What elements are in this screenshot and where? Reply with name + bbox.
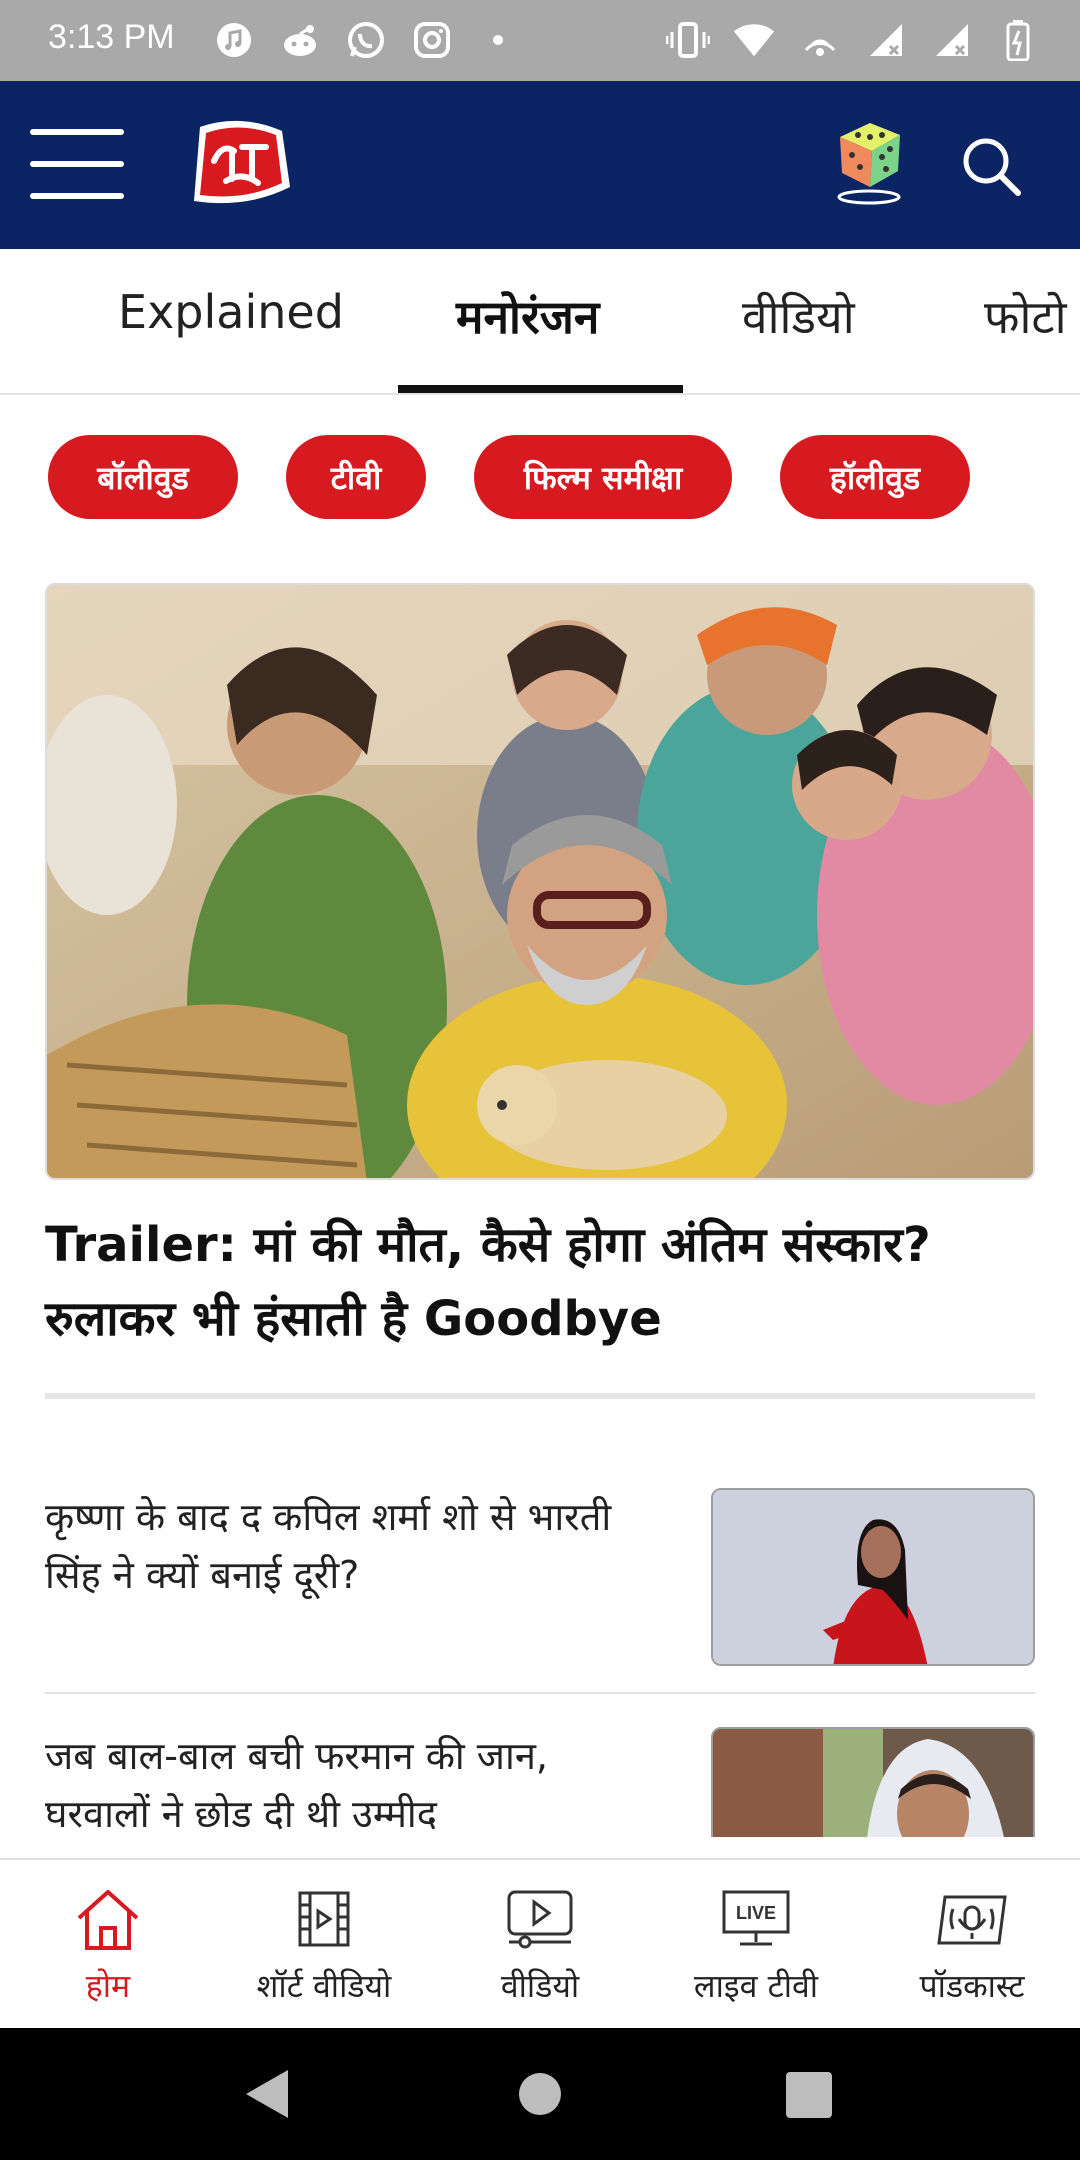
live-badge: LIVE (736, 1903, 776, 1923)
home-circle-icon[interactable] (518, 2072, 562, 2120)
home-icon (68, 1884, 148, 1954)
chip-bollywood[interactable]: बॉलीवुड (48, 435, 238, 519)
divider (45, 1393, 1035, 1399)
nav-label: पॉडकास्ट (919, 1967, 1025, 2005)
more-dot-icon (476, 18, 520, 62)
nav-video[interactable]: वीडियो (432, 1860, 648, 2030)
menu-icon[interactable] (30, 129, 124, 199)
nav-podcast[interactable]: पॉडकास्ट (864, 1860, 1080, 2030)
tab-video[interactable]: वीडियो (742, 285, 855, 347)
app-header (0, 81, 1080, 249)
tab-explained[interactable]: Explained (118, 285, 344, 339)
story-title[interactable]: कृष्णा के बाद द कपिल शर्मा शो से भारती स… (45, 1488, 645, 1604)
status-bar: 3:13 PM (0, 0, 1080, 81)
story-thumbnail[interactable] (711, 1488, 1035, 1666)
nav-label: लाइव टीवी (693, 1967, 819, 2005)
list-item[interactable]: कृष्णा के बाद द कपिल शर्मा शो से भारती स… (45, 1488, 1035, 1668)
reddit-icon (278, 18, 322, 62)
status-notification-icons (212, 18, 520, 62)
tab-manoranjan[interactable]: मनोरंजन (456, 285, 599, 347)
section-tabs: Explained मनोरंजन वीडियो फोटो (0, 249, 1080, 395)
hero-story-title[interactable]: Trailer: मां की मौत, कैसे होगा अंतिम संस… (45, 1208, 1035, 1356)
bottom-navigation: होम शॉर्ट वीडियो वीडियो LIVE लाइव टीवी प… (0, 1858, 1080, 2028)
wifi-icon (732, 18, 776, 62)
status-system-icons (666, 18, 1040, 62)
story-title[interactable]: जब बाल-बाल बची फरमान की जान, घरवालों ने … (45, 1727, 645, 1837)
status-time: 3:13 PM (48, 18, 175, 56)
live-tv-icon: LIVE (716, 1884, 796, 1954)
whatsapp-icon (344, 18, 388, 62)
battery-icon (996, 18, 1040, 62)
vibrate-icon (666, 18, 710, 62)
hero-story-image[interactable] (45, 583, 1035, 1180)
system-navigation-bar (0, 2028, 1080, 2160)
nav-short-video[interactable]: शॉर्ट वीडियो (216, 1860, 432, 2030)
nav-label: वीडियो (500, 1967, 580, 2005)
instagram-icon (410, 18, 454, 62)
music-icon (212, 18, 256, 62)
recents-square-icon[interactable] (786, 2072, 832, 2122)
story-thumbnail[interactable] (711, 1727, 1035, 1837)
active-tab-indicator (398, 385, 683, 393)
nav-home[interactable]: होम (0, 1860, 216, 2030)
hotspot-icon (798, 18, 842, 62)
signal-icon-2 (930, 18, 974, 62)
back-icon[interactable] (244, 2068, 290, 2124)
chip-film-review[interactable]: फिल्म समीक्षा (474, 435, 732, 519)
video-play-icon (500, 1884, 580, 1954)
aajtak-logo[interactable] (186, 117, 294, 213)
nav-label: शॉर्ट वीडियो (256, 1967, 392, 2005)
tab-photo[interactable]: फोटो (984, 285, 1066, 347)
search-icon[interactable] (958, 133, 1024, 199)
nav-label: होम (85, 1967, 131, 2005)
subcategory-chips: बॉलीवुड टीवी फिल्म समीक्षा हॉलीवुड (0, 435, 1080, 519)
list-item[interactable]: जब बाल-बाल बची फरमान की जान, घरवालों ने … (45, 1727, 1035, 1837)
film-icon (284, 1884, 364, 1954)
nav-live-tv[interactable]: LIVE लाइव टीवी (648, 1860, 864, 2030)
divider (45, 1692, 1035, 1694)
chip-hollywood[interactable]: हॉलीवुड (780, 435, 970, 519)
signal-icon-1 (864, 18, 908, 62)
chip-tv[interactable]: टीवी (286, 435, 426, 519)
podcast-icon (932, 1884, 1012, 1954)
games-dice-icon[interactable] (832, 117, 906, 207)
